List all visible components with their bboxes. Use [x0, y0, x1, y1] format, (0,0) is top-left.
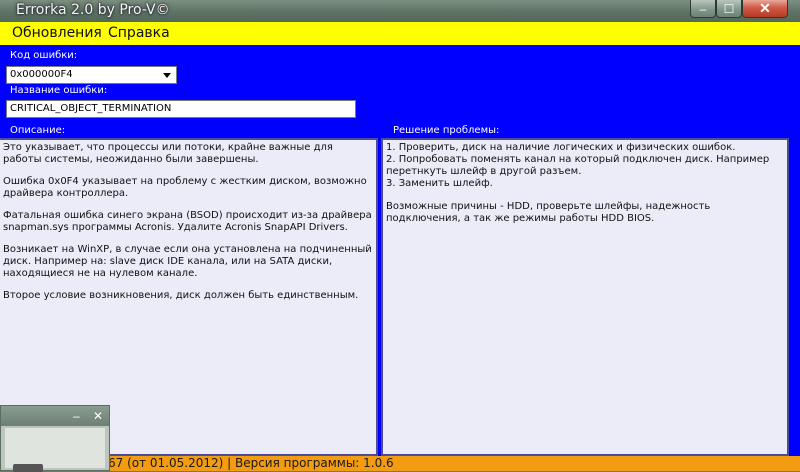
description-label: Описание: [10, 125, 66, 136]
chevron-down-icon[interactable] [160, 68, 174, 82]
minimize-icon: – [699, 1, 707, 16]
close-button[interactable]: ✕ [742, 0, 788, 18]
error-name-label: Название ошибки: [10, 85, 108, 96]
app-window: Errorka 2.0 by Pro-V© – ☐ ✕ Обновления С… [0, 0, 800, 471]
description-paragraph: Это указывает, что процессы или потоки, … [3, 142, 333, 165]
solution-note: Возможные причины - HDD, проверьте шлейф… [386, 201, 711, 224]
menu-item-help[interactable]: Справка [108, 25, 170, 41]
maximize-button[interactable]: ☐ [716, 0, 742, 18]
minimize-button[interactable]: – [690, 0, 716, 18]
error-name-value: CRITICAL_OBJECT_TERMINATION [10, 103, 172, 114]
solution-textarea[interactable]: 1. Проверить, диск на наличие логических… [381, 138, 789, 456]
menu-bar: Обновления Справка [0, 22, 800, 45]
solution-line: 2. Попробовать поменять канал на который… [386, 154, 770, 177]
description-paragraph: Фатальная ошибка синего экрана (BSOD) пр… [3, 210, 372, 233]
solution-line: 3. Заменить шлейф. [386, 178, 493, 189]
status-bar: 67 (от 01.05.2012) | Версия программы: 1… [0, 456, 800, 471]
solution-label: Решение проблемы: [393, 125, 500, 136]
error-name-field[interactable]: CRITICAL_OBJECT_TERMINATION [6, 100, 356, 118]
close-icon: ✕ [759, 0, 771, 16]
error-code-label: Код ошибки: [10, 50, 78, 61]
description-paragraph: Ошибка 0x0F4 указывает на проблему с жес… [3, 176, 367, 199]
status-text: 67 (от 01.05.2012) | Версия программы: 1… [108, 456, 394, 470]
overlapping-window[interactable]: – ✕ [0, 405, 110, 472]
maximize-icon: ☐ [723, 1, 735, 16]
minimize-icon[interactable]: – [73, 409, 80, 423]
overlapping-window-titlebar[interactable]: – ✕ [1, 406, 109, 426]
window-title: Errorka 2.0 by Pro-V© [16, 2, 170, 18]
description-paragraph: Возникает на WinXP, в случае если она ус… [3, 244, 372, 279]
description-paragraph: Второе условие возникновения, диск долже… [3, 290, 359, 301]
menu-item-updates[interactable]: Обновления [12, 25, 102, 41]
solution-line: 1. Проверить, диск на наличие логических… [386, 142, 736, 153]
error-code-select[interactable]: 0x000000F4 [6, 66, 177, 84]
error-code-value: 0x000000F4 [10, 69, 73, 80]
overlapping-window-body [5, 428, 105, 468]
main-panel: Код ошибки: 0x000000F4 Название ошибки: … [0, 45, 800, 456]
title-bar[interactable]: Errorka 2.0 by Pro-V© – ☐ ✕ [0, 0, 800, 22]
close-icon[interactable]: ✕ [93, 409, 103, 423]
